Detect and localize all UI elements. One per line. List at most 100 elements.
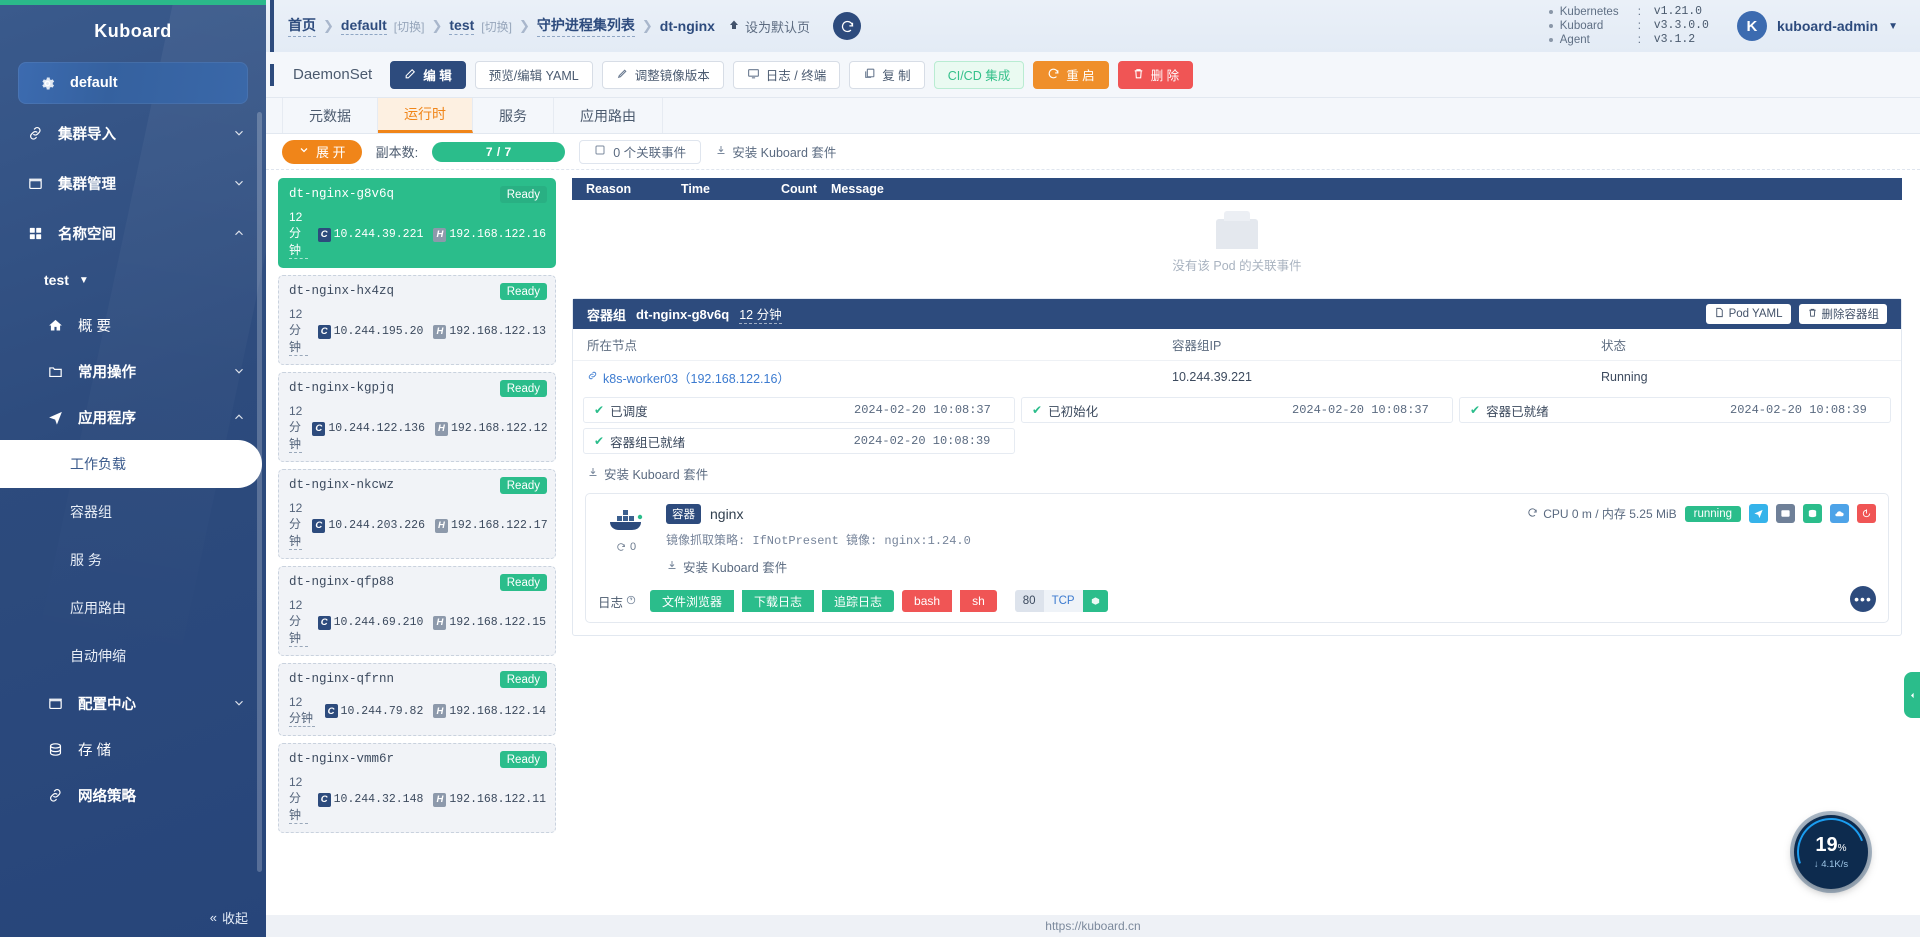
breadcrumb-daemonset-list[interactable]: 守护进程集列表 <box>536 15 635 37</box>
host-ip-value: 192.168.122.12 <box>450 422 548 435</box>
sidebar-item-pods[interactable]: 容器组 <box>0 488 266 536</box>
sidebar-item-label: 配置中心 <box>78 696 136 713</box>
pod-ip-value: 10.244.39.221 <box>333 228 424 241</box>
refresh-icon <box>1527 507 1538 521</box>
power-icon[interactable] <box>1857 504 1876 523</box>
pod-list: Ready dt-nginx-g8v6q 12 分钟 C 10.244.39.22… <box>266 178 566 915</box>
breadcrumb-home[interactable]: 首页 <box>288 15 316 37</box>
logs-label-text: 日志 <box>598 595 624 610</box>
host-ip-value: 192.168.122.15 <box>449 616 546 629</box>
related-events-button[interactable]: 0 个关联事件 <box>579 139 702 164</box>
sidebar-item-services[interactable]: 服 务 <box>0 536 266 584</box>
version-colon: : <box>1637 6 1641 18</box>
sidebar-item-config-center[interactable]: 配置中心 <box>0 680 266 726</box>
tab-ingress[interactable]: 应用路由 <box>554 98 663 133</box>
sidebar-item-applications[interactable]: 应用程序 <box>0 394 266 440</box>
set-default-page-button[interactable]: 设为默认页 <box>728 17 810 36</box>
footer: https://kuboard.cn <box>266 915 1920 937</box>
database-icon <box>44 740 66 758</box>
check-circle-icon: ✔ <box>1470 403 1481 417</box>
pod-list-item[interactable]: Ready dt-nginx-g8v6q 12 分钟 C 10.244.39.22… <box>278 178 556 268</box>
pod-condition: ✔ 已初始化 2024-02-20 10:08:37 <box>1021 397 1453 423</box>
pod-list-item[interactable]: Ready dt-nginx-nkcwz 12 分钟 C 10.244.203.2… <box>278 469 556 559</box>
container-badge: 容器 <box>666 504 701 524</box>
logs-terminal-button[interactable]: 日志 / 终端 <box>732 60 841 89</box>
breadcrumb-namespace-switch[interactable]: [切换] <box>481 18 512 35</box>
refresh-icon[interactable] <box>833 12 861 40</box>
more-actions-button[interactable]: ••• <box>1850 586 1876 612</box>
trace-logs-button[interactable]: 追踪日志 <box>822 590 895 612</box>
send-icon[interactable] <box>1749 504 1768 523</box>
pod-ip: C 10.244.79.82 <box>324 704 423 718</box>
pod-list-item[interactable]: Ready dt-nginx-hx4zq 12 分钟 C 10.244.195.2… <box>278 275 556 365</box>
sidebar-item-autoscaling[interactable]: 自动伸缩 <box>0 632 266 680</box>
bash-terminal-button[interactable]: bash <box>902 590 953 612</box>
file-browser-button[interactable]: 文件浏览器 <box>650 590 735 612</box>
container-port-chip[interactable]: 80 TCP <box>1014 590 1108 612</box>
pod-ip: C 10.244.195.20 <box>317 324 423 339</box>
breadcrumb-cluster[interactable]: default <box>340 17 387 35</box>
preview-yaml-button[interactable]: 预览/编辑 YAML <box>474 60 593 89</box>
tab-services[interactable]: 服务 <box>473 98 554 133</box>
breadcrumb-namespace[interactable]: test <box>449 17 475 35</box>
sidebar-item-namespaces[interactable]: 名称空间 <box>0 208 266 258</box>
terminal-icon[interactable] <box>1776 504 1795 523</box>
install-kuboard-suite-link[interactable]: 安装 Kuboard 套件 <box>587 464 1887 483</box>
pod-ip-tag-icon: C <box>312 421 326 436</box>
cpu-gauge-widget[interactable]: 19% ↓ 4.1K/s <box>1785 806 1877 898</box>
help-icon[interactable] <box>626 594 636 608</box>
pod-list-item[interactable]: Ready dt-nginx-qfp88 12 分钟 C 10.244.69.21… <box>278 566 556 656</box>
expand-button[interactable]: 展 开 <box>282 139 362 164</box>
restart-button[interactable]: 重 启 <box>1033 60 1109 89</box>
tab-metadata[interactable]: 元数据 <box>282 98 378 133</box>
host-ip-value: 192.168.122.16 <box>449 228 546 241</box>
delete-pod-button[interactable]: 删除容器组 <box>1798 304 1887 324</box>
sidebar-item-cluster-management[interactable]: 集群管理 <box>0 158 266 208</box>
host-ip-tag-icon: H <box>433 615 447 630</box>
download-logs-button[interactable]: 下载日志 <box>742 590 815 612</box>
related-events-label: 0 个关联事件 <box>613 146 687 160</box>
host-ip: H 192.168.122.15 <box>433 615 546 630</box>
sidebar-namespace-selector[interactable]: test ▼ <box>0 258 266 302</box>
sidebar-item-cluster-import[interactable]: 集群导入 <box>0 108 266 158</box>
pod-list-item[interactable]: Ready dt-nginx-qfrnn 12 分钟 C 10.244.79.82… <box>278 663 556 736</box>
adjust-image-version-button[interactable]: 调整镜像版本 <box>601 60 724 89</box>
pod-age: 12 分钟 <box>289 210 308 259</box>
sidebar-item-default-cluster[interactable]: default <box>18 62 248 104</box>
sidebar-item-overview[interactable]: 概 要 <box>0 302 266 348</box>
install-kuboard-suite-link[interactable]: 安装 Kuboard 套件 <box>666 557 1515 576</box>
pod-ip: C 10.244.32.148 <box>317 792 423 807</box>
breadcrumb-cluster-switch[interactable]: [切换] <box>394 18 425 35</box>
database-icon[interactable] <box>1803 504 1822 523</box>
install-kuboard-suite-link[interactable]: 安装 Kuboard 套件 <box>715 142 836 161</box>
pod-yaml-label: Pod YAML <box>1728 308 1783 320</box>
tab-runtime[interactable]: 运行时 <box>378 98 473 133</box>
edit-button[interactable]: 编 辑 <box>390 60 466 89</box>
version-colon: : <box>1637 34 1641 46</box>
condition-label: 已调度 <box>610 404 648 419</box>
delete-button[interactable]: 删 除 <box>1117 60 1194 89</box>
pod-yaml-button[interactable]: Pod YAML <box>1705 304 1791 324</box>
sidebar-item-ingress[interactable]: 应用路由 <box>0 584 266 632</box>
version-value: v1.21.0 <box>1653 5 1703 18</box>
copy-button[interactable]: 复 制 <box>849 60 925 89</box>
events-column-time: Time <box>681 182 710 196</box>
events-empty-text: 没有该 Pod 的关联事件 <box>1172 258 1302 273</box>
node-link[interactable]: k8s-worker03（192.168.122.16） <box>587 368 1172 387</box>
pod-list-item[interactable]: Ready dt-nginx-vmm6r 12 分钟 C 10.244.32.14… <box>278 743 556 833</box>
sidebar-item-workloads[interactable]: 工作负载 <box>0 440 262 488</box>
cicd-integration-button[interactable]: CI/CD 集成 <box>933 60 1025 89</box>
sidebar-item-storage[interactable]: 存 储 <box>0 726 266 772</box>
sidebar-item-network-policy[interactable]: 网络策略 <box>0 772 266 818</box>
grid-icon <box>24 224 46 242</box>
sidebar-item-common-ops[interactable]: 常用操作 <box>0 348 266 394</box>
footer-url[interactable]: https://kuboard.cn <box>1045 919 1140 933</box>
condition-time: 2024-02-20 10:08:39 <box>1730 403 1867 417</box>
cloud-icon[interactable] <box>1830 504 1849 523</box>
sh-terminal-button[interactable]: sh <box>960 590 997 612</box>
monitor-icon <box>747 67 760 83</box>
user-menu[interactable]: K kuboard-admin ▼ <box>1736 11 1898 41</box>
pod-condition: ✔ 已调度 2024-02-20 10:08:37 <box>583 397 1015 423</box>
pod-list-item[interactable]: Ready dt-nginx-kgpjq 12 分钟 C 10.244.122.1… <box>278 372 556 462</box>
side-drawer-toggle[interactable] <box>1904 672 1920 718</box>
